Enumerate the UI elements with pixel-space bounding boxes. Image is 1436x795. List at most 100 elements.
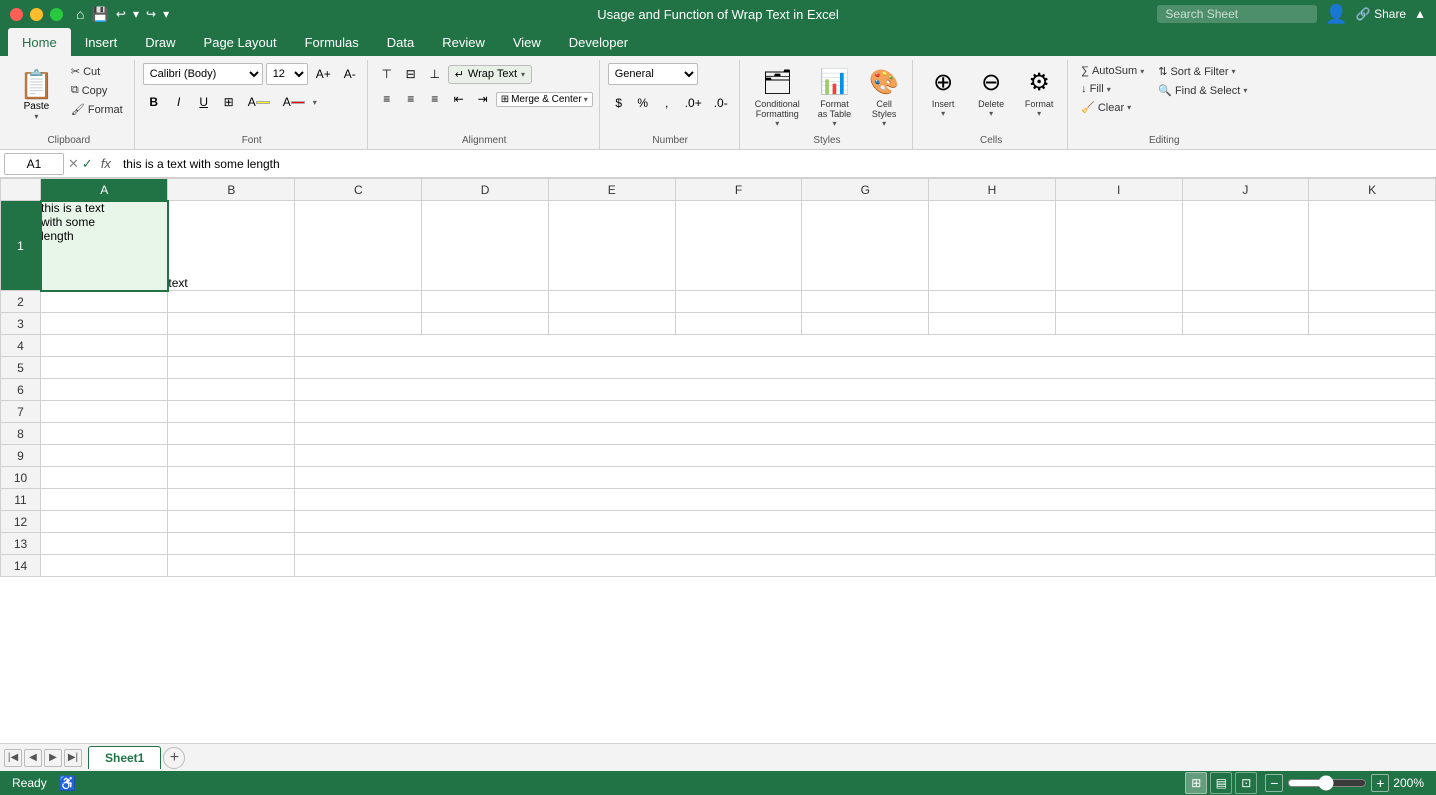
zoom-out-button[interactable]: − <box>1265 774 1283 792</box>
cell-a9[interactable] <box>41 445 168 467</box>
cell-b13[interactable] <box>168 533 295 555</box>
sheet-nav-last[interactable]: ▶| <box>64 749 82 767</box>
merge-center-button[interactable]: ⊞ Merge & Center ▾ <box>496 92 593 107</box>
col-header-d[interactable]: D <box>422 179 549 201</box>
sheet-nav-next[interactable]: ▶ <box>44 749 62 767</box>
cell-c3[interactable] <box>295 313 422 335</box>
comma-button[interactable]: , <box>656 92 678 114</box>
font-size-select[interactable]: 12 <box>266 63 308 85</box>
save-icon[interactable]: 💾 <box>91 6 108 23</box>
cell-f1[interactable] <box>675 201 802 291</box>
format-cell-dropdown[interactable]: ▾ <box>1037 109 1041 118</box>
cell-a6[interactable] <box>41 379 168 401</box>
col-header-b[interactable]: B <box>168 179 295 201</box>
clear-button[interactable]: 🧹 Clear ▾ <box>1076 99 1149 116</box>
bold-button[interactable]: B <box>143 91 165 113</box>
number-format-select[interactable]: General <box>608 63 698 85</box>
cell-k2[interactable] <box>1309 291 1436 313</box>
format-cell-button[interactable]: ⚙ Format ▾ <box>1017 63 1061 123</box>
conditional-formatting-dropdown[interactable]: ▾ <box>775 119 779 128</box>
tab-view[interactable]: View <box>499 28 555 56</box>
conditional-formatting-button[interactable]: 🗂 ConditionalFormatting ▾ <box>748 63 807 133</box>
undo-icon[interactable]: ↩ <box>116 7 126 21</box>
col-header-a[interactable]: A <box>41 179 168 201</box>
sheet-nav-first[interactable]: |◀ <box>4 749 22 767</box>
fill-dropdown[interactable]: ▾ <box>1107 85 1111 94</box>
cell-c12[interactable] <box>295 511 1436 533</box>
wrap-text-dropdown-icon[interactable]: ▾ <box>521 70 525 79</box>
cell-i2[interactable] <box>1055 291 1182 313</box>
cell-i1[interactable] <box>1055 201 1182 291</box>
col-header-k[interactable]: K <box>1309 179 1436 201</box>
cell-styles-button[interactable]: 🎨 CellStyles ▾ <box>862 63 906 133</box>
add-sheet-button[interactable]: + <box>163 747 185 769</box>
cell-c11[interactable] <box>295 489 1436 511</box>
font-more-icon[interactable]: ▾ <box>313 98 317 107</box>
cell-b4[interactable] <box>168 335 295 357</box>
formula-input[interactable] <box>119 153 1432 175</box>
col-header-e[interactable]: E <box>548 179 675 201</box>
fill-color-button[interactable]: A <box>243 91 275 113</box>
row-header-8[interactable]: 8 <box>1 423 41 445</box>
cell-a2[interactable] <box>41 291 168 313</box>
merge-dropdown-icon[interactable]: ▾ <box>584 95 588 104</box>
undo-dropdown-icon[interactable]: ▾ <box>133 7 139 21</box>
cell-b3[interactable] <box>168 313 295 335</box>
cell-g1[interactable] <box>802 201 929 291</box>
cell-styles-dropdown[interactable]: ▾ <box>882 119 886 128</box>
cell-e3[interactable] <box>548 313 675 335</box>
cell-a14[interactable] <box>41 555 168 577</box>
cell-c14[interactable] <box>295 555 1436 577</box>
cell-b14[interactable] <box>168 555 295 577</box>
cell-a4[interactable] <box>41 335 168 357</box>
insert-button[interactable]: ⊕ Insert ▾ <box>921 63 965 123</box>
decrease-font-size-button[interactable]: A- <box>339 63 361 85</box>
align-top-button[interactable]: ⊤ <box>376 63 398 85</box>
italic-button[interactable]: I <box>168 91 190 113</box>
tab-home[interactable]: Home <box>8 28 71 56</box>
close-button[interactable] <box>10 8 23 21</box>
cell-a1[interactable]: this is a textwith somelength <box>41 201 168 291</box>
cell-g2[interactable] <box>802 291 929 313</box>
confirm-formula-button[interactable]: ✓ <box>82 156 93 172</box>
percent-button[interactable]: % <box>632 92 654 114</box>
collapse-ribbon-icon[interactable]: ▲ <box>1414 7 1426 21</box>
cell-a11[interactable] <box>41 489 168 511</box>
cell-k3[interactable] <box>1309 313 1436 335</box>
cell-h2[interactable] <box>929 291 1056 313</box>
align-bottom-button[interactable]: ⊥ <box>424 63 446 85</box>
tab-insert[interactable]: Insert <box>71 28 132 56</box>
sheet-scroll[interactable]: A B C D E F G H I J K 1 this is a textwi… <box>0 178 1436 743</box>
col-header-j[interactable]: J <box>1182 179 1309 201</box>
cell-b2[interactable] <box>168 291 295 313</box>
cell-c1[interactable] <box>295 201 422 291</box>
col-header-c[interactable]: C <box>295 179 422 201</box>
window-controls[interactable]: ⌂ 💾 ↩ ▾ ↪ ▾ <box>10 6 169 23</box>
delete-button[interactable]: ⊖ Delete ▾ <box>969 63 1013 123</box>
sort-filter-button[interactable]: ⇅ Sort & Filter ▾ <box>1153 63 1252 80</box>
row-header-11[interactable]: 11 <box>1 489 41 511</box>
format-painter-button[interactable]: 🖌 Format <box>66 101 128 118</box>
find-select-dropdown[interactable]: ▾ <box>1243 86 1247 95</box>
cell-a3[interactable] <box>41 313 168 335</box>
cell-a7[interactable] <box>41 401 168 423</box>
cell-b12[interactable] <box>168 511 295 533</box>
cell-reference-input[interactable] <box>4 153 64 175</box>
cell-h3[interactable] <box>929 313 1056 335</box>
tab-developer[interactable]: Developer <box>555 28 642 56</box>
nav-back-icon[interactable]: ⌂ <box>76 6 84 22</box>
decrease-indent-button[interactable]: ⇤ <box>448 88 470 110</box>
cell-c7[interactable] <box>295 401 1436 423</box>
cell-d3[interactable] <box>422 313 549 335</box>
font-family-select[interactable]: Calibri (Body) <box>143 63 263 85</box>
wrap-text-button[interactable]: ↵ Wrap Text ▾ <box>448 65 532 84</box>
title-right-controls[interactable]: 👤 🔗 Share ▲ <box>1157 4 1426 25</box>
cell-a13[interactable] <box>41 533 168 555</box>
cancel-formula-button[interactable]: ✕ <box>68 156 79 172</box>
font-color-button[interactable]: A <box>278 91 310 113</box>
sheet-nav-prev[interactable]: ◀ <box>24 749 42 767</box>
row-header-2[interactable]: 2 <box>1 291 41 313</box>
col-header-h[interactable]: H <box>929 179 1056 201</box>
format-table-dropdown[interactable]: ▾ <box>832 119 836 128</box>
minimize-button[interactable] <box>30 8 43 21</box>
